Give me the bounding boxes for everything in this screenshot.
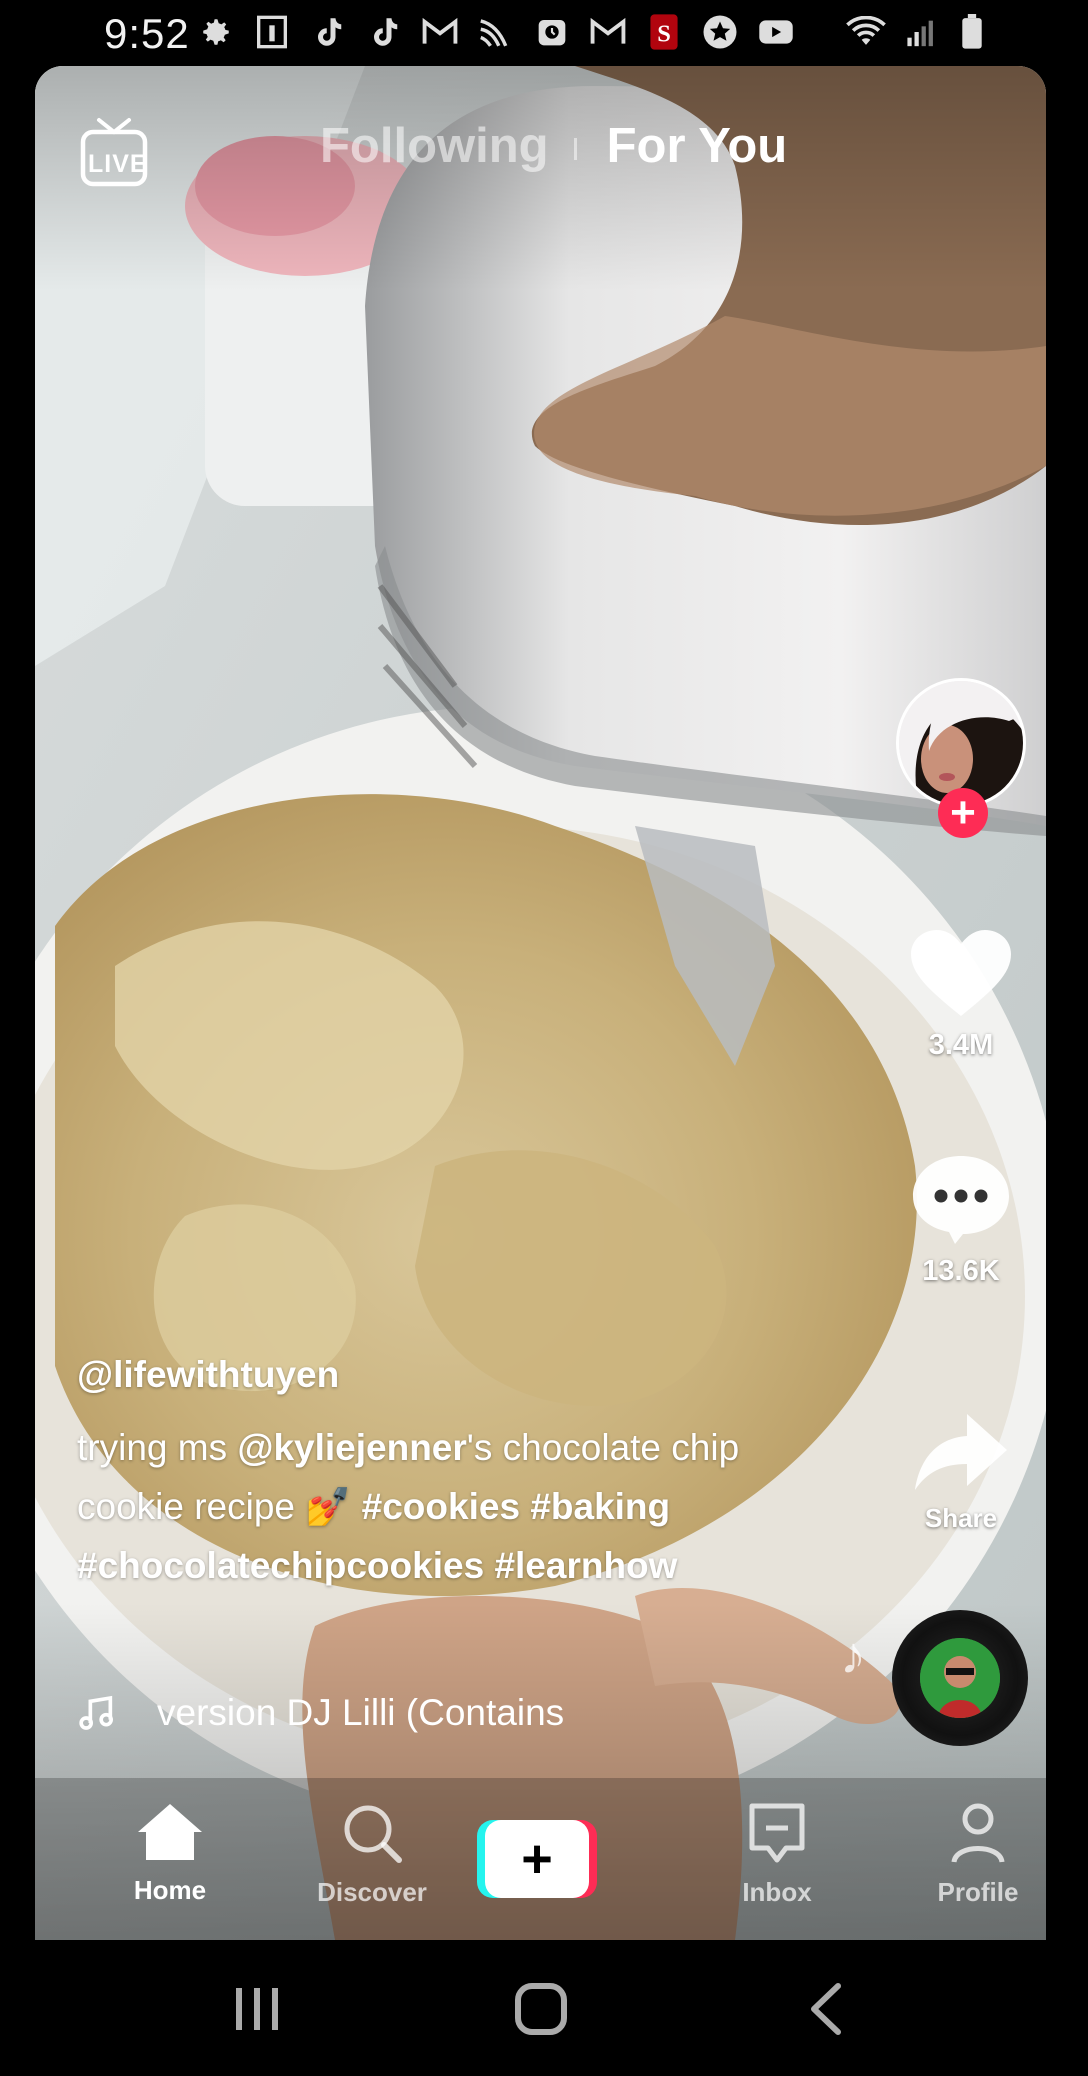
tab-following[interactable]: Following <box>320 118 549 174</box>
home-system-icon[interactable] <box>514 1982 568 2036</box>
svg-text:S: S <box>657 20 671 47</box>
stanford-icon: S <box>646 12 682 52</box>
nav-inbox-label: Inbox <box>742 1877 812 1907</box>
profile-icon <box>951 1803 1005 1863</box>
hashtag-link[interactable]: #chocolatechipcookies <box>77 1545 484 1586</box>
hashtag-link[interactable]: #baking <box>530 1486 670 1527</box>
comment-icon <box>913 1156 1009 1244</box>
music-icon <box>79 1695 113 1730</box>
nav-inbox[interactable]: Inbox <box>702 1802 852 1908</box>
nav-profile[interactable]: Profile <box>903 1802 1046 1908</box>
like-count: 3.4M <box>928 1029 994 1061</box>
video-player[interactable]: LIVE Following For You + 3.4M 13.6K Shar… <box>35 66 1046 1940</box>
mention-link[interactable]: @kyliejenner <box>237 1427 466 1468</box>
nav-discover-label: Discover <box>317 1877 427 1907</box>
back-icon[interactable] <box>806 1982 846 2036</box>
gmail-icon <box>590 12 626 52</box>
tiktok-icon <box>366 12 402 52</box>
alarm-icon <box>534 12 570 52</box>
system-status-icons <box>846 14 984 55</box>
follow-button[interactable]: + <box>938 788 988 838</box>
tab-divider <box>574 138 577 160</box>
comment-button[interactable]: 13.6K <box>896 1152 1026 1288</box>
status-time: 9:52 <box>104 10 190 57</box>
notification-icons: S <box>198 12 794 52</box>
star-icon <box>702 12 738 52</box>
battery-icon <box>960 14 984 55</box>
search-icon <box>344 1805 402 1863</box>
sound-title: version DJ Lilli (Contains <box>157 1692 565 1733</box>
creator-username[interactable]: @lifewithtuyen <box>77 1354 757 1396</box>
nav-discover[interactable]: Discover <box>297 1802 447 1908</box>
tab-for-you[interactable]: For You <box>607 118 788 174</box>
post-description: trying ms @kyliejenner's chocolate chip … <box>77 1418 757 1595</box>
nav-home[interactable]: Home <box>95 1802 245 1906</box>
avatar-image <box>899 681 1023 805</box>
hashtag-link[interactable]: #cookies <box>362 1486 520 1527</box>
sound-disc[interactable] <box>892 1610 1028 1746</box>
create-button[interactable]: + <box>477 1820 597 1898</box>
gmail-icon <box>422 12 458 52</box>
sound-link[interactable]: version DJ Lilli (Contains <box>77 1692 564 1734</box>
plus-icon: + <box>950 788 976 837</box>
caption-text: trying ms <box>77 1427 238 1468</box>
share-label: Share <box>924 1503 998 1533</box>
like-button[interactable]: 3.4M <box>896 928 1026 1062</box>
system-nav-bar <box>0 1940 1088 2076</box>
sound-avatar <box>920 1638 1000 1718</box>
nail-polish-emoji: 💅 <box>305 1486 352 1527</box>
sprint-icon <box>478 12 514 52</box>
nav-profile-label: Profile <box>937 1877 1019 1907</box>
post-caption-block: @lifewithtuyen trying ms @kyliejenner's … <box>77 1354 757 1595</box>
comment-count: 13.6K <box>922 1255 1000 1287</box>
signal-icon <box>906 16 940 53</box>
live-label: LIVE <box>88 150 148 178</box>
bottom-nav: Home Discover + Inbox Profile <box>35 1778 1046 1940</box>
heart-icon <box>911 930 1011 1016</box>
feed-tabs: Following For You <box>320 118 787 174</box>
status-bar: 9:52 S <box>0 0 1088 66</box>
tiktok-icon <box>310 12 346 52</box>
notification-icon <box>254 12 290 52</box>
share-button[interactable]: Share <box>896 1410 1026 1534</box>
hashtag-link[interactable]: #learnhow <box>494 1545 677 1586</box>
music-note-icon: ♪ <box>840 1627 866 1685</box>
plus-icon: + <box>485 1820 589 1898</box>
settings-icon <box>198 12 234 52</box>
live-button[interactable]: LIVE <box>79 116 149 193</box>
home-icon <box>138 1804 202 1860</box>
youtube-icon <box>758 12 794 52</box>
share-icon <box>915 1414 1007 1490</box>
wifi-icon <box>846 15 886 53</box>
recents-icon[interactable] <box>232 1984 282 2034</box>
inbox-icon <box>749 1803 805 1863</box>
nav-home-label: Home <box>133 1875 207 1905</box>
